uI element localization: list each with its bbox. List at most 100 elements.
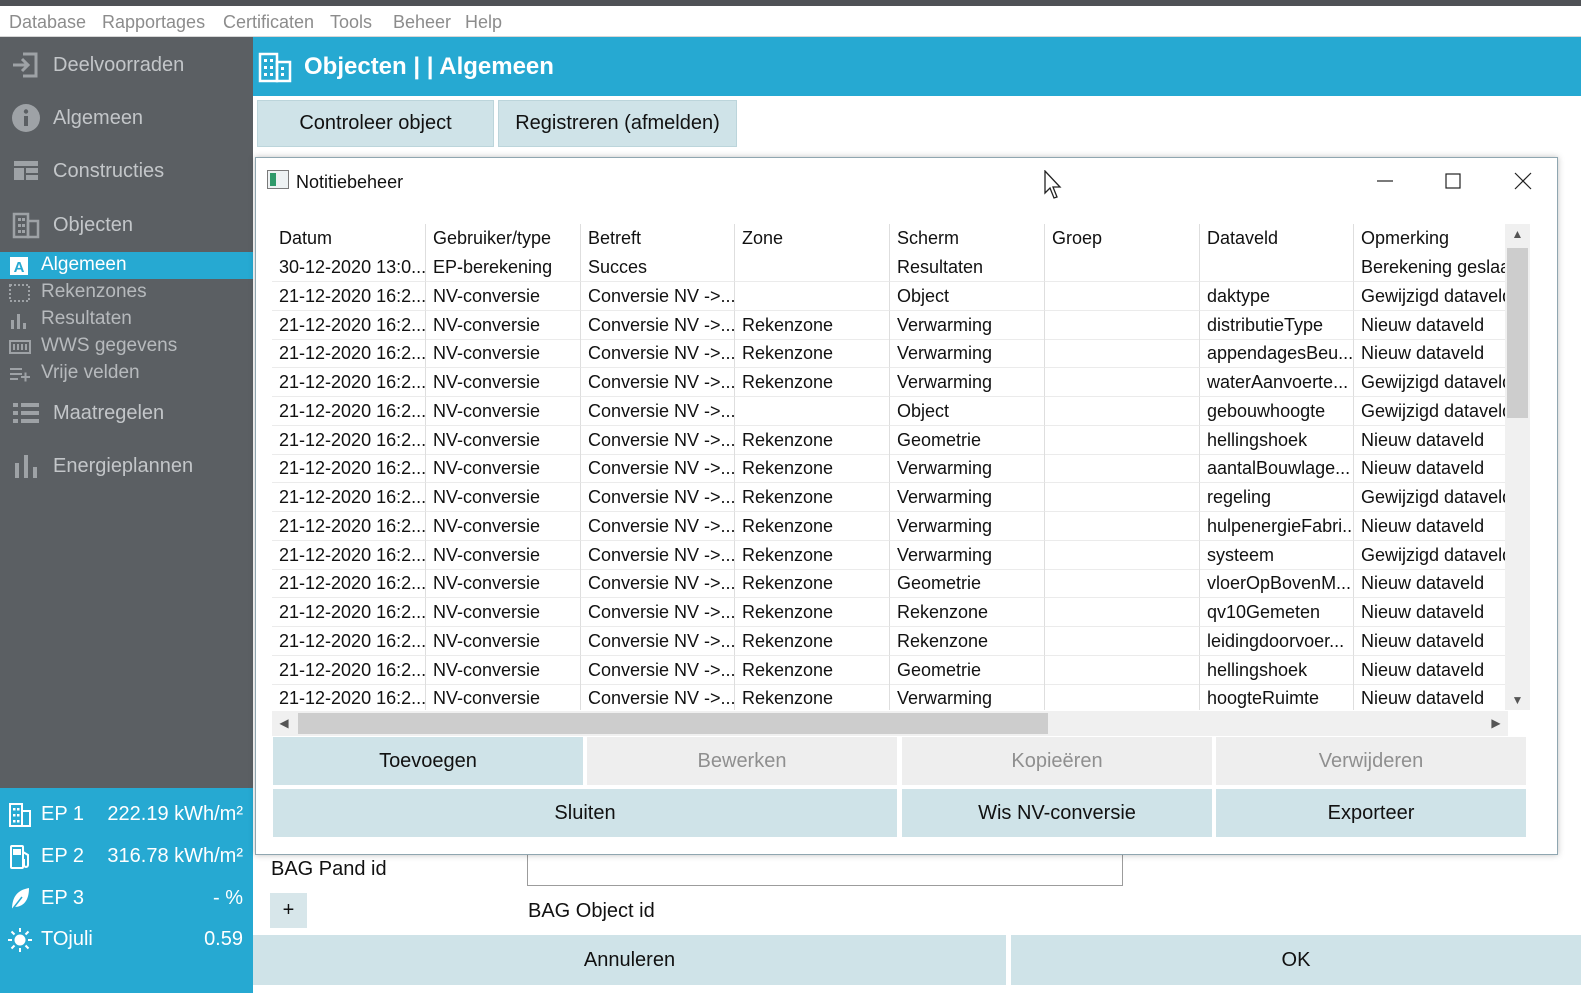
table-row[interactable]: 21-12-2020 16:2... NV-conversie Conversie … (272, 310, 1508, 340)
building-icon (9, 803, 31, 827)
export-button[interactable]: Exporteer (1216, 789, 1526, 837)
copy-note-button[interactable]: Kopieëren (902, 737, 1212, 785)
menu-rapportages[interactable]: Rapportages (102, 12, 205, 33)
table-cell: vloerOpBovenM... (1200, 569, 1354, 599)
table-cell: Conversie NV ->... (581, 626, 735, 656)
column-header[interactable]: Scherm (890, 224, 1045, 253)
column-header[interactable]: Opmerking (1354, 224, 1508, 253)
sidebar-subitem-rekenzones[interactable]: Rekenzones (0, 279, 253, 306)
horizontal-scrollbar[interactable]: ◀ ▶ (272, 711, 1508, 736)
clear-nv-conversion-button[interactable]: Wis NV-conversie (902, 789, 1212, 837)
sidebar-subitem-vrije-velden[interactable]: Vrije velden (0, 360, 253, 387)
scrollbar-thumb[interactable] (298, 713, 1048, 734)
ok-button[interactable]: OK (1011, 935, 1581, 985)
sidebar-item-constructies[interactable]: Constructies (0, 153, 253, 189)
sidebar-item-energieplannen[interactable]: Energieplannen (0, 448, 253, 484)
svg-text:A: A (14, 259, 25, 275)
table-row[interactable]: 21-12-2020 16:2... NV-conversie Conversie … (272, 425, 1508, 455)
menu-bar: Database Rapportages Certificaten Tools … (0, 6, 1581, 37)
column-header[interactable]: Groep (1045, 224, 1200, 253)
menu-database[interactable]: Database (9, 12, 86, 33)
sidebar-subitem-resultaten[interactable]: Resultaten (0, 306, 253, 333)
close-button[interactable] (1500, 164, 1546, 198)
table-row[interactable]: 21-12-2020 16:2... NV-conversie Conversie … (272, 598, 1508, 627)
table-cell: Conversie NV ->... (581, 655, 735, 685)
edit-note-button[interactable]: Bewerken (587, 737, 897, 785)
table-cell: Nieuw dataveld (1354, 311, 1508, 340)
table-cell: 21-12-2020 16:2... (272, 368, 426, 397)
table-row[interactable]: 21-12-2020 16:2... NV-conversie Conversie … (272, 454, 1508, 484)
column-header[interactable]: Zone (735, 224, 890, 253)
table-cell: Gewijzigd dataveld (1354, 368, 1508, 397)
column-header[interactable]: Betreft (581, 224, 735, 253)
table-cell: Conversie NV ->... (581, 684, 735, 710)
table-cell: 21-12-2020 16:2... (272, 483, 426, 512)
column-header[interactable]: Gebruiker/type (426, 224, 581, 253)
check-object-button[interactable]: Controleer object (257, 100, 494, 147)
table-row[interactable]: 21-12-2020 16:2... NV-conversie Conversie … (272, 281, 1508, 311)
table-cell: Berekening geslaa (1354, 253, 1508, 282)
table-row[interactable]: 21-12-2020 16:2... NV-conversie Conversie … (272, 569, 1508, 599)
minimize-button[interactable] (1362, 164, 1408, 198)
menu-beheer[interactable]: Beheer (393, 12, 451, 33)
app-icon (267, 170, 289, 189)
sidebar-subitem-algemeen[interactable]: A Algemeen (0, 252, 253, 279)
scroll-right-icon[interactable]: ▶ (1484, 711, 1508, 736)
add-note-button[interactable]: Toevoegen (273, 737, 583, 785)
bag-pand-label: BAG Pand id (271, 858, 387, 880)
sidebar-subitem-label: Algemeen (41, 254, 127, 275)
table-cell (1045, 396, 1200, 426)
close-dialog-button[interactable]: Sluiten (273, 789, 897, 837)
dialog-titlebar[interactable]: Notitiebeheer (256, 158, 1557, 204)
maximize-button[interactable] (1430, 164, 1476, 198)
register-button[interactable]: Registreren (afmelden) (498, 100, 737, 147)
table-row[interactable]: 21-12-2020 16:2... NV-conversie Conversie … (272, 540, 1508, 570)
table-row[interactable]: 21-12-2020 16:2... NV-conversie Conversie … (272, 511, 1508, 541)
vertical-scrollbar[interactable]: ▲ ▼ (1505, 224, 1530, 710)
table-cell: Gewijzigd dataveld (1354, 541, 1508, 570)
table-cell (1045, 598, 1200, 627)
bag-pand-input[interactable] (527, 852, 1123, 886)
table-cell (1045, 253, 1200, 282)
table-cell (1045, 511, 1200, 541)
table-cell: Rekenzone (890, 626, 1045, 656)
table-row[interactable]: 21-12-2020 16:2... NV-conversie Conversie … (272, 684, 1508, 710)
sidebar-item-algemeen[interactable]: Algemeen (0, 100, 253, 136)
table-row[interactable]: 21-12-2020 16:2... NV-conversie Conversie … (272, 368, 1508, 397)
table-row[interactable]: 21-12-2020 16:2... NV-conversie Conversie … (272, 483, 1508, 512)
sidebar-item-maatregelen[interactable]: Maatregelen (0, 395, 253, 431)
column-header[interactable]: Datum (272, 224, 426, 253)
delete-note-button[interactable]: Verwijderen (1216, 737, 1526, 785)
table-cell: Geometrie (890, 655, 1045, 685)
scrollbar-thumb[interactable] (1507, 248, 1528, 418)
scroll-up-icon[interactable]: ▲ (1505, 224, 1530, 244)
table-row[interactable]: 30-12-2020 13:0... EP-berekening Succes Res… (272, 253, 1508, 282)
menu-certificaten[interactable]: Certificaten (223, 12, 314, 33)
menu-tools[interactable]: Tools (330, 12, 372, 33)
table-cell: EP-berekening (426, 253, 581, 282)
table-cell: Geometrie (890, 569, 1045, 599)
add-button[interactable]: + (270, 893, 307, 928)
cancel-button[interactable]: Annuleren (253, 935, 1006, 985)
letter-a-icon: A (10, 257, 28, 275)
table-cell: Conversie NV ->... (581, 396, 735, 426)
table-cell: Nieuw dataveld (1354, 656, 1508, 685)
sidebar-subitem-wws-gegevens[interactable]: WWS gegevens (0, 333, 253, 360)
table-row[interactable]: 21-12-2020 16:2... NV-conversie Conversie … (272, 626, 1508, 656)
sidebar-item-objecten[interactable]: Objecten (0, 207, 253, 243)
table-cell: aantalBouwlage... (1200, 454, 1354, 484)
fuel-pump-icon (10, 845, 29, 869)
table-cell: gebouwhoogte (1200, 396, 1354, 426)
table-row[interactable]: 21-12-2020 16:2... NV-conversie Conversie … (272, 655, 1508, 685)
table-cell: NV-conversie (426, 598, 581, 627)
column-header[interactable]: Dataveld (1200, 224, 1354, 253)
menu-help[interactable]: Help (465, 12, 502, 33)
sidebar-item-deelvoorraden[interactable]: Deelvoorraden (0, 47, 253, 83)
table-row[interactable]: 21-12-2020 16:2... NV-conversie Conversie … (272, 339, 1508, 369)
table-row[interactable]: 21-12-2020 16:2... NV-conversie Conversie … (272, 396, 1508, 426)
scroll-down-icon[interactable]: ▼ (1505, 690, 1530, 710)
scroll-left-icon[interactable]: ◀ (272, 711, 296, 736)
table-cell: Rekenzone (735, 454, 890, 484)
sidebar-subitem-label: WWS gegevens (41, 335, 178, 356)
dotted-rect-icon (9, 284, 30, 302)
